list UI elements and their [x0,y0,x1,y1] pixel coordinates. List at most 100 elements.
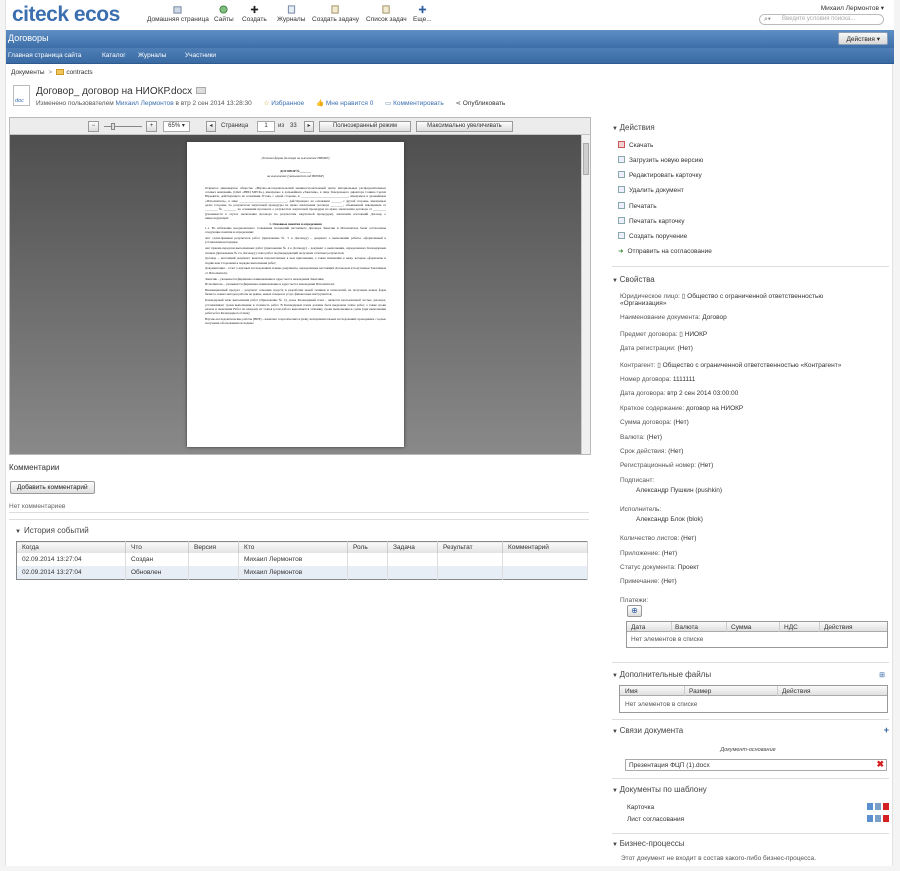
table-row[interactable]: 02.09.2014 13:27:04 Создан Михаил Лермон… [16,553,588,566]
col-what[interactable]: Что [125,541,189,553]
col-when[interactable]: Когда [16,541,126,553]
bp-title[interactable]: ▼ Бизнес-процессы [612,839,684,848]
add-link-icon[interactable]: + [884,725,889,735]
prop-value[interactable]: Общество с ограниченной ответственностью… [663,362,842,369]
odt-download-icon[interactable] [875,815,881,822]
next-page-button[interactable]: ▸ [304,121,314,132]
odt-download-icon[interactable] [875,803,881,810]
doc-download-icon[interactable] [867,803,873,810]
col-result[interactable]: Результат [437,541,503,553]
modified-user-link[interactable]: Михаил Лермонтов [116,100,174,107]
like-link[interactable]: 👍 Мне нравится 0 [316,100,373,107]
search-input[interactable]: ⌕▾ Введите условия поиска... [759,14,884,25]
links-title[interactable]: ▼ Связи документа [612,726,683,735]
prop-value[interactable]: Общество с ограниченной ответственностью [687,293,823,300]
zoom-slider[interactable] [104,123,142,130]
basis-value[interactable]: Презентация ФЦП (1).docx [629,762,710,769]
viewer-scrollbar[interactable] [581,135,590,454]
action-upload-version[interactable]: Загрузить новую версию [618,156,703,164]
add-payment-button[interactable]: ⊕ [627,605,642,617]
logo[interactable]: citeck ecos [12,3,120,27]
collapse-arrow-icon: ▼ [612,673,620,679]
col-currency[interactable]: Валюта [675,624,698,631]
action-edit-label: Редактировать карточку [629,172,702,179]
action-download[interactable]: Скачать [618,141,653,149]
logo-main: citeck [12,3,69,26]
col-vat[interactable]: НДС [784,624,798,631]
nav-sites[interactable]: Сайты [214,5,234,23]
share-link[interactable]: ⋖ Опубликовать [456,100,506,107]
delete-icon[interactable]: ✖ [876,759,884,770]
subnav-home[interactable]: Главная страница сайта [8,52,81,59]
favorites-link[interactable]: ☆ Избранное [264,100,305,107]
nav-journals[interactable]: Журналы [277,5,305,23]
col-who[interactable]: Кто [238,541,348,553]
breadcrumb-documents[interactable]: Документы [11,69,45,76]
basis-item[interactable]: Презентация ФЦП (1).docx ✖ [625,759,887,771]
actions-title-text: Действия [619,123,655,132]
site-actions-button[interactable]: Действия ▾ [838,32,888,45]
history-title[interactable]: ▼ История событий [15,526,89,535]
action-edit-card[interactable]: Редактировать карточку [618,171,702,179]
subnav-journals[interactable]: Журналы [138,52,166,59]
extra-files-title[interactable]: ▼ Дополнительные файлы [612,670,711,679]
comment-link[interactable]: ▭ Комментировать [385,100,444,107]
col-actions[interactable]: Действия [782,688,810,695]
nav-create[interactable]: Создать [242,5,267,23]
user-menu[interactable]: Михаил Лермонтов ▾ [821,4,884,12]
fullscreen-button[interactable]: Полноэкранный режим [319,121,411,132]
prev-page-button[interactable]: ◂ [206,121,216,132]
cell-comment [502,566,588,580]
nav-more[interactable]: Еще... [413,5,432,23]
subnav-members[interactable]: Участники [185,52,216,59]
viewer-scroll-thumb[interactable] [583,143,589,175]
payments-header: Дата Валюта Сумма НДС Действия [627,622,887,632]
column-divider [671,622,672,632]
action-delete[interactable]: Удалить документ [618,186,684,194]
docx-file-icon: doc [13,85,30,106]
prop-note: Примечание: (Нет) [620,578,677,585]
templates-title[interactable]: ▼ Документы по шаблону [612,785,707,794]
add-comment-button[interactable]: Добавить комментарий [10,481,95,494]
action-create-order[interactable]: Создать поручение [618,232,687,240]
pdf-download-icon[interactable] [883,815,889,822]
col-task[interactable]: Задача [387,541,438,553]
version-icon[interactable] [196,87,207,94]
doc-download-icon[interactable] [867,815,873,822]
subnav-catalog[interactable]: Каталог [102,52,126,59]
zoom-in-button[interactable]: + [146,121,157,132]
prop-label: Приложение: [620,550,660,557]
pdf-download-icon[interactable] [883,803,889,810]
folder-icon [56,69,65,75]
zoom-select[interactable]: 65% ▾ [163,121,190,132]
properties-title[interactable]: ▼ Свойства [612,275,655,284]
zoom-slider-handle[interactable] [111,123,115,130]
maximize-button[interactable]: Максимально увеличивать [416,121,513,132]
col-version[interactable]: Версия [188,541,239,553]
page-input[interactable]: 1 [257,121,275,132]
prop-value[interactable]: НИОКР [685,331,708,338]
col-role[interactable]: Роль [347,541,388,553]
viewer-canvas[interactable]: (Типовая форма договора на выполнение НИ… [10,135,581,454]
col-size[interactable]: Размер [689,688,711,695]
add-file-icon[interactable]: ⊞ [879,671,885,679]
zoom-out-button[interactable]: − [88,121,99,132]
col-date[interactable]: Дата [631,624,645,631]
action-send-approval[interactable]: ➜ Отправить на согласование [618,247,712,255]
nav-home[interactable]: Домашняя страница [147,5,209,23]
document-title: Договор_ договор на НИОКР.docx [36,86,207,97]
actions-title[interactable]: ▼ Действия [612,123,655,132]
col-sum[interactable]: Сумма [731,624,751,631]
nav-task-list[interactable]: Список задач [366,5,407,23]
col-comment[interactable]: Комментарий [502,541,588,553]
table-row[interactable]: 02.09.2014 13:27:04 Обновлен Михаил Лерм… [16,566,588,580]
col-actions[interactable]: Действия [824,624,852,631]
modified-prefix: Изменено пользователем [36,100,114,107]
col-name[interactable]: Имя [625,688,638,695]
breadcrumb-contracts[interactable]: contracts [66,69,92,76]
nav-create-task[interactable]: Создать задачу [312,5,359,23]
action-print-card[interactable]: Печатать карточку [618,217,684,225]
cell-who: Михаил Лермонтов [238,566,348,580]
action-print[interactable]: Печатать [618,202,657,210]
prop-value: (Нет) [697,462,714,469]
